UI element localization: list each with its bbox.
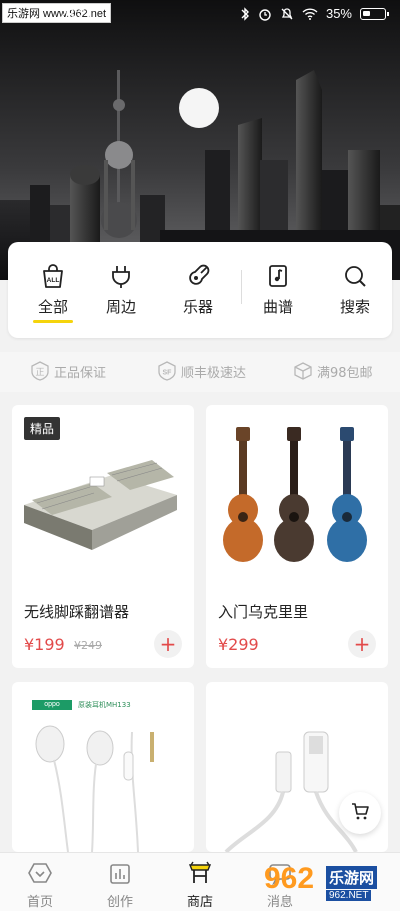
city-skyline-image <box>0 70 400 280</box>
category-divider <box>241 270 242 304</box>
hero-banner[interactable] <box>0 0 400 280</box>
search-icon <box>340 262 370 290</box>
nav-label: 创作 <box>106 895 133 910</box>
score-icon <box>263 262 293 290</box>
home-icon <box>27 863 53 889</box>
product-original-price: ¥249 <box>74 639 102 652</box>
authentic-shield-icon: 正 <box>30 361 50 381</box>
product-image <box>12 722 194 852</box>
product-card[interactable]: oppo 原装耳机MH133 <box>12 682 194 852</box>
all-bag-icon: ALL <box>38 262 68 290</box>
plug-icon <box>106 262 136 290</box>
status-time: 23:21 <box>60 6 93 21</box>
product-caption: 原装耳机MH133 <box>78 701 131 709</box>
nav-home[interactable]: 首页 <box>10 861 70 910</box>
battery-percent: 35% <box>325 6 352 21</box>
guarantee-sf-express: SF 顺丰极速达 <box>157 361 246 381</box>
mute-icon <box>280 7 294 21</box>
nav-label: 商店 <box>186 895 213 910</box>
category-instruments[interactable]: 乐器 <box>168 262 228 317</box>
nav-store[interactable]: 商店 <box>170 861 230 910</box>
guarantee-label: 满98包邮 <box>317 365 373 381</box>
guarantee-free-shipping: 满98包邮 <box>293 361 373 381</box>
category-label: 乐器 <box>182 298 213 316</box>
category-label: 全部 <box>37 298 68 316</box>
sf-shield-icon: SF <box>157 361 177 381</box>
product-price: ¥199 <box>24 635 65 654</box>
site-watermark-badge: 962 乐游网 962.NET <box>264 862 394 908</box>
product-price: ¥299 <box>218 635 259 654</box>
category-label: 搜索 <box>339 298 370 316</box>
cart-button[interactable] <box>339 792 381 834</box>
svg-text:正: 正 <box>35 368 44 378</box>
nav-label: 首页 <box>26 895 53 910</box>
watermark-url: 962.NET <box>326 890 372 901</box>
category-tabs: ALL 全部 周边 乐器 曲谱 搜索 <box>8 242 392 338</box>
featured-tag: 精品 <box>24 417 61 440</box>
cart-icon <box>350 801 370 825</box>
battery-icon <box>360 7 389 20</box>
store-icon <box>187 861 213 889</box>
product-card[interactable]: 入门乌克里里 ¥299 + <box>206 405 388 668</box>
alarm-icon <box>258 7 272 21</box>
svg-text:ALL: ALL <box>47 277 60 284</box>
category-peripherals[interactable]: 周边 <box>91 262 151 317</box>
nav-create[interactable]: 创作 <box>90 861 150 910</box>
wifi-icon <box>302 7 318 20</box>
oppo-logo: oppo <box>32 700 72 710</box>
product-card[interactable]: 精品 无线脚踩翻谱器 ¥199 ¥249 + <box>12 405 194 668</box>
site-watermark: 乐游网 www.962.net <box>2 3 112 23</box>
status-bar: 乐游网 www.962.net 23:21 35% <box>0 0 400 34</box>
product-image <box>206 405 388 585</box>
guarantee-authentic: 正 正品保证 <box>30 361 106 381</box>
selected-tab-indicator <box>33 320 73 323</box>
brand-row: oppo 原装耳机MH133 <box>32 700 131 710</box>
guarantee-label: 顺丰极速达 <box>181 365 247 381</box>
box-icon <box>293 361 313 381</box>
add-to-cart-button[interactable]: + <box>154 630 182 658</box>
service-guarantees: 正 正品保证 SF 顺丰极速达 满98包邮 <box>0 352 400 392</box>
guitar-icon <box>183 262 213 290</box>
product-name: 入门乌克里里 <box>218 603 309 621</box>
category-scores[interactable]: 曲谱 <box>248 262 308 317</box>
category-label: 周边 <box>105 298 136 316</box>
add-to-cart-button[interactable]: + <box>348 630 376 658</box>
category-all[interactable]: ALL 全部 <box>23 262 83 317</box>
category-search[interactable]: 搜索 <box>325 262 385 317</box>
create-icon <box>107 864 133 889</box>
guarantee-label: 正品保证 <box>54 365 107 381</box>
watermark-site-name: 乐游网 <box>326 866 378 889</box>
product-name: 无线脚踩翻谱器 <box>24 603 130 621</box>
category-label: 曲谱 <box>262 298 293 316</box>
watermark-number: 962 <box>264 862 315 895</box>
status-icons: 35% <box>240 6 389 21</box>
bluetooth-icon <box>240 6 250 21</box>
svg-text:SF: SF <box>163 370 173 377</box>
